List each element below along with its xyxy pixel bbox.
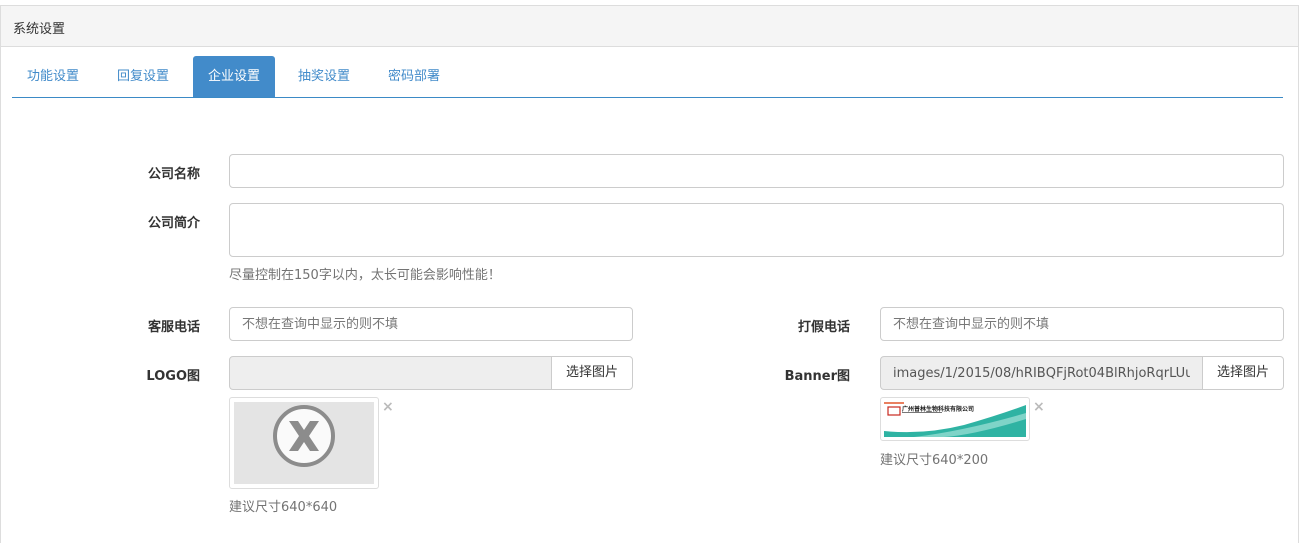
logo-thumbnail <box>229 397 379 489</box>
logo-select-image-button[interactable]: 选择图片 <box>551 356 633 390</box>
company-intro-textarea[interactable] <box>229 203 1284 257</box>
tab-company-settings[interactable]: 企业设置 <box>193 56 276 97</box>
logo-label: LOGO图 <box>146 369 200 384</box>
banner-label: Banner图 <box>784 369 850 384</box>
logo-size-hint: 建议尺寸640*640 <box>229 500 338 515</box>
anti-fake-phone-input[interactable] <box>880 307 1284 341</box>
no-image-x-icon <box>273 405 335 467</box>
company-intro-help: 尽量控制在150字以内，太长可能会影响性能！ <box>229 268 501 283</box>
banner-path-input[interactable] <box>880 356 1203 390</box>
banner-image: 广州普林生物科技有限公司 <box>884 401 1026 437</box>
company-name-label: 公司名称 <box>147 167 200 182</box>
tab-bar: 功能设置 回复设置 企业设置 抽奖设置 密码部署 <box>12 56 1283 98</box>
banner-remove-icon[interactable]: × <box>1033 399 1045 415</box>
tab-function-settings[interactable]: 功能设置 <box>12 56 94 97</box>
company-intro-label: 公司简介 <box>147 216 200 231</box>
banner-size-hint: 建议尺寸640*200 <box>880 453 989 468</box>
banner-thumbnail: 广州普林生物科技有限公司 <box>880 397 1030 441</box>
panel-title: 系统设置 <box>1 6 1298 47</box>
banner-select-image-button[interactable]: 选择图片 <box>1202 356 1284 390</box>
logo-path-input[interactable] <box>229 356 552 390</box>
tab-reply-settings[interactable]: 回复设置 <box>102 56 184 97</box>
tab-password-deploy[interactable]: 密码部署 <box>373 56 455 97</box>
company-name-input[interactable] <box>229 154 1284 188</box>
service-phone-input[interactable] <box>229 307 633 341</box>
anti-fake-phone-label: 打假电话 <box>797 320 850 335</box>
logo-placeholder <box>234 402 374 484</box>
banner-company-name: 广州普林生物科技有限公司 <box>902 406 975 413</box>
logo-remove-icon[interactable]: × <box>382 399 394 415</box>
service-phone-label: 客服电话 <box>147 320 200 335</box>
tab-lottery-settings[interactable]: 抽奖设置 <box>283 56 365 97</box>
